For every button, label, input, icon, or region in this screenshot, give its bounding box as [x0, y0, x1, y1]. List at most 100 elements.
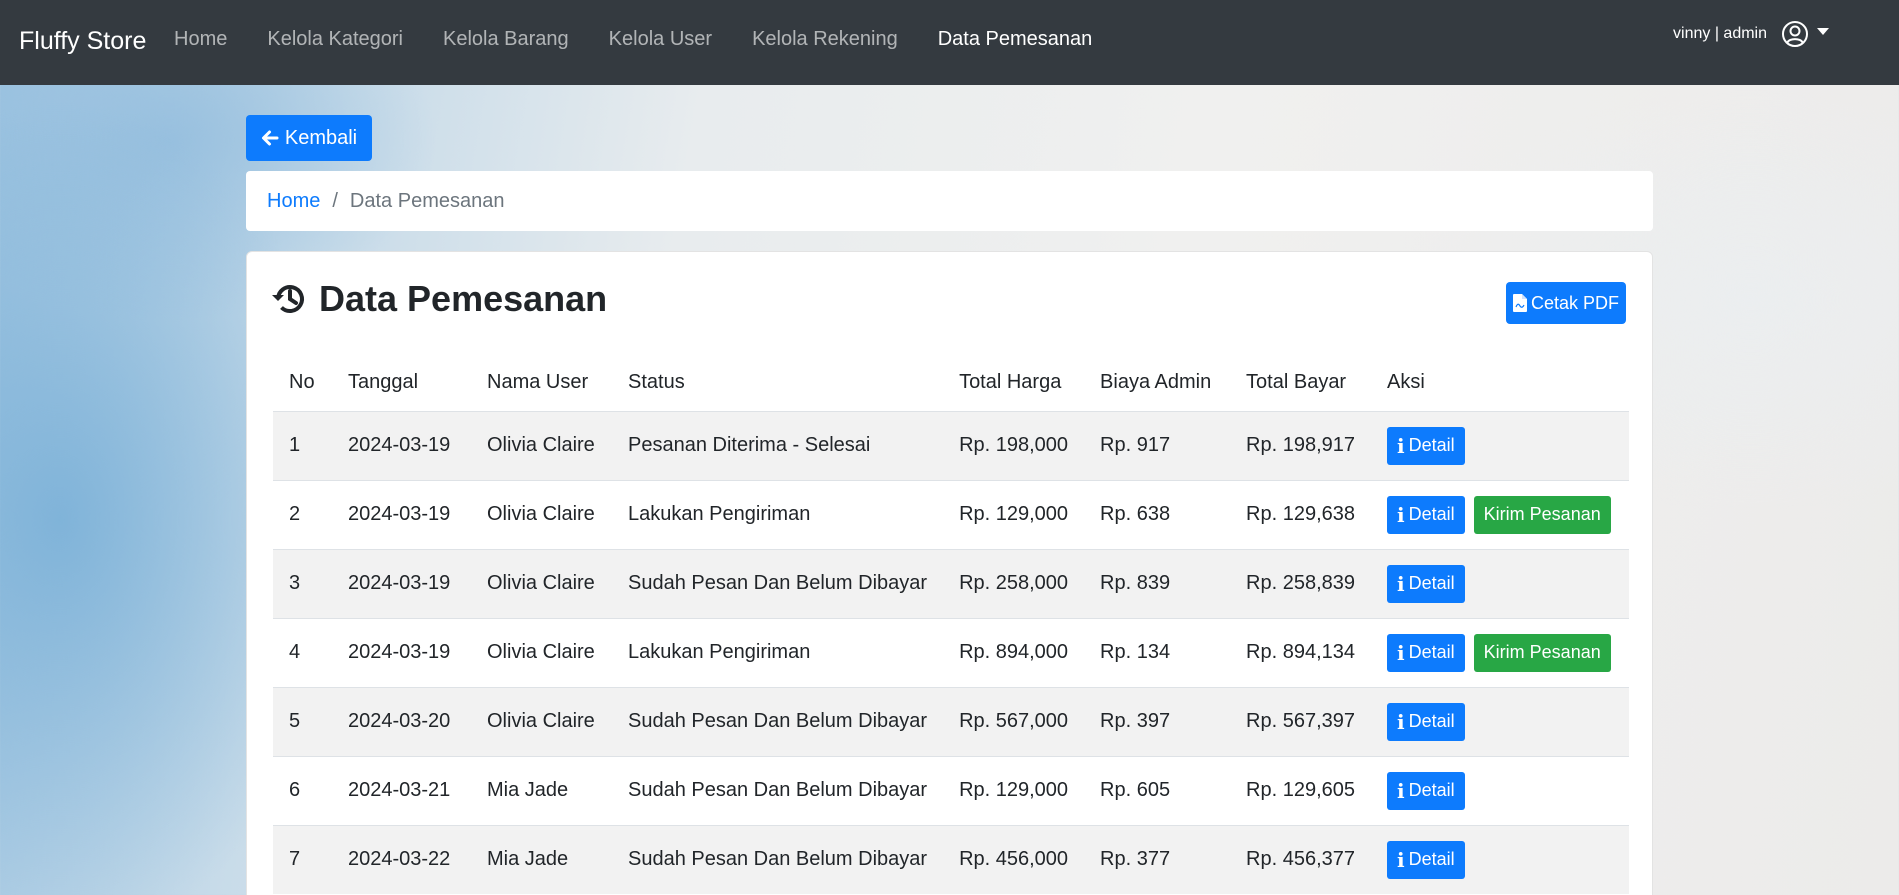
cell-nama-user: Mia Jade — [471, 755, 612, 825]
cell-total-bayar: Rp. 198,917 — [1230, 410, 1372, 480]
cell-aksi: i Detail — [1371, 548, 1629, 618]
info-icon: i — [1397, 502, 1405, 527]
cell-aksi: i Detail Kirim Pesanan — [1371, 479, 1629, 549]
detail-button[interactable]: i Detail — [1387, 633, 1465, 672]
nav-link-kelola-rekening[interactable]: Kelola Rekening — [752, 28, 898, 51]
cell-tanggal: 2024-03-19 — [332, 548, 471, 618]
cell-tanggal: 2024-03-20 — [332, 686, 471, 756]
arrow-left-icon — [261, 130, 279, 146]
header-status: Status — [612, 354, 944, 412]
cell-status: Lakukan Pengiriman — [612, 479, 944, 549]
print-pdf-button[interactable]: Cetak PDF — [1506, 282, 1626, 324]
cell-tanggal: 2024-03-19 — [332, 410, 471, 480]
detail-button[interactable]: i Detail — [1387, 771, 1465, 810]
cell-status: Sudah Pesan Dan Belum Dibayar — [612, 686, 944, 756]
cell-nama-user: Olivia Claire — [471, 548, 612, 618]
info-icon: i — [1397, 709, 1405, 734]
chevron-down-icon — [1817, 27, 1829, 35]
breadcrumb-current: Data Pemesanan — [349, 189, 505, 212]
nav-link-data-pemesanan[interactable]: Data Pemesanan — [938, 28, 1093, 51]
user-circle-icon — [1782, 21, 1808, 47]
cell-nama-user: Olivia Claire — [471, 410, 612, 480]
nav-link-kelola-user[interactable]: Kelola User — [609, 28, 712, 51]
header-total-bayar: Total Bayar — [1230, 354, 1372, 412]
cell-nama-user: Olivia Claire — [471, 479, 612, 549]
cell-no: 3 — [273, 548, 332, 618]
cell-biaya-admin: Rp. 397 — [1084, 686, 1231, 756]
header-tanggal: Tanggal — [332, 354, 471, 412]
kirim-pesanan-button[interactable]: Kirim Pesanan — [1473, 633, 1611, 672]
cell-biaya-admin: Rp. 638 — [1084, 479, 1231, 549]
info-icon: i — [1397, 433, 1405, 458]
header-no: No — [273, 354, 332, 412]
cell-tanggal: 2024-03-19 — [332, 479, 471, 549]
cell-total-harga: Rp. 894,000 — [943, 617, 1085, 687]
detail-button-label: Detail — [1408, 642, 1455, 662]
detail-button[interactable]: i Detail — [1387, 564, 1465, 603]
breadcrumb-home-link[interactable]: Home — [267, 190, 320, 213]
cell-no: 2 — [273, 479, 332, 549]
user-label: vinny | admin — [1673, 25, 1767, 42]
brand-logo-text[interactable]: Fluffy Store — [19, 27, 146, 56]
cell-no: 4 — [273, 617, 332, 687]
cell-total-harga: Rp. 129,000 — [943, 755, 1085, 825]
cell-biaya-admin: Rp. 134 — [1084, 617, 1231, 687]
table-header-row: No Tanggal Nama User Status Total Harga … — [273, 354, 1629, 412]
cell-aksi: i Detail — [1371, 755, 1629, 825]
cell-tanggal: 2024-03-21 — [332, 755, 471, 825]
table-row: 5 2024-03-20 Olivia Claire Sudah Pesan D… — [273, 686, 1629, 756]
cell-biaya-admin: Rp. 839 — [1084, 548, 1231, 618]
nav-link-kelola-barang[interactable]: Kelola Barang — [443, 28, 569, 51]
detail-button-label: Detail — [1408, 780, 1455, 800]
cell-total-bayar: Rp. 567,397 — [1230, 686, 1372, 756]
cell-total-bayar: Rp. 894,134 — [1230, 617, 1372, 687]
cell-aksi: i Detail — [1371, 824, 1629, 894]
table-row: 2 2024-03-19 Olivia Claire Lakukan Pengi… — [273, 479, 1629, 549]
header-biaya-admin: Biaya Admin — [1084, 354, 1231, 412]
cell-status: Sudah Pesan Dan Belum Dibayar — [612, 824, 944, 894]
cell-status: Lakukan Pengiriman — [612, 617, 944, 687]
cell-no: 5 — [273, 686, 332, 756]
nav-link-kelola-kategori[interactable]: Kelola Kategori — [267, 28, 403, 51]
table-row: 6 2024-03-21 Mia Jade Sudah Pesan Dan Be… — [273, 755, 1629, 825]
cell-aksi: i Detail — [1371, 686, 1629, 756]
info-icon: i — [1397, 640, 1405, 665]
user-menu-toggle[interactable]: vinny | admin — [1673, 20, 1829, 48]
cell-biaya-admin: Rp. 917 — [1084, 410, 1231, 480]
breadcrumb: Home / Data Pemesanan — [246, 171, 1653, 231]
kirim-pesanan-button[interactable]: Kirim Pesanan — [1473, 495, 1611, 534]
detail-button-label: Detail — [1408, 849, 1455, 870]
table-row: 7 2024-03-22 Mia Jade Sudah Pesan Dan Be… — [273, 824, 1629, 894]
cell-biaya-admin: Rp. 377 — [1084, 824, 1231, 894]
print-pdf-label: Cetak PDF — [1530, 292, 1620, 313]
cell-nama-user: Olivia Claire — [471, 686, 612, 756]
detail-button[interactable]: i Detail — [1387, 840, 1465, 879]
header-nama-user: Nama User — [471, 354, 612, 412]
nav-link-home[interactable]: Home — [174, 28, 227, 51]
nav-links: Home Kelola Kategori Kelola Barang Kelol… — [174, 28, 1132, 51]
cell-total-harga: Rp. 258,000 — [943, 548, 1085, 618]
cell-total-harga: Rp. 129,000 — [943, 479, 1085, 549]
back-button-label: Kembali — [284, 126, 358, 149]
cell-aksi: i Detail — [1371, 410, 1629, 480]
orders-table: No Tanggal Nama User Status Total Harga … — [273, 354, 1629, 894]
cell-total-bayar: Rp. 258,839 — [1230, 548, 1372, 618]
detail-button-label: Detail — [1408, 573, 1455, 593]
back-button[interactable]: Kembali — [246, 115, 372, 161]
cell-total-bayar: Rp. 129,605 — [1230, 755, 1372, 825]
cell-total-harga: Rp. 567,000 — [943, 686, 1085, 756]
file-pdf-icon — [1512, 294, 1527, 312]
cell-nama-user: Olivia Claire — [471, 617, 612, 687]
cell-total-harga: Rp. 198,000 — [943, 410, 1085, 480]
cell-total-bayar: Rp. 456,377 — [1230, 824, 1372, 894]
detail-button-label: Detail — [1408, 435, 1455, 455]
cell-nama-user: Mia Jade — [471, 824, 612, 894]
cell-no: 1 — [273, 410, 332, 480]
detail-button-label: Detail — [1408, 504, 1455, 524]
info-icon: i — [1397, 571, 1405, 596]
info-icon: i — [1397, 778, 1405, 803]
cell-aksi: i Detail Kirim Pesanan — [1371, 617, 1629, 687]
detail-button[interactable]: i Detail — [1387, 495, 1465, 534]
detail-button[interactable]: i Detail — [1387, 702, 1465, 741]
detail-button[interactable]: i Detail — [1387, 426, 1465, 465]
